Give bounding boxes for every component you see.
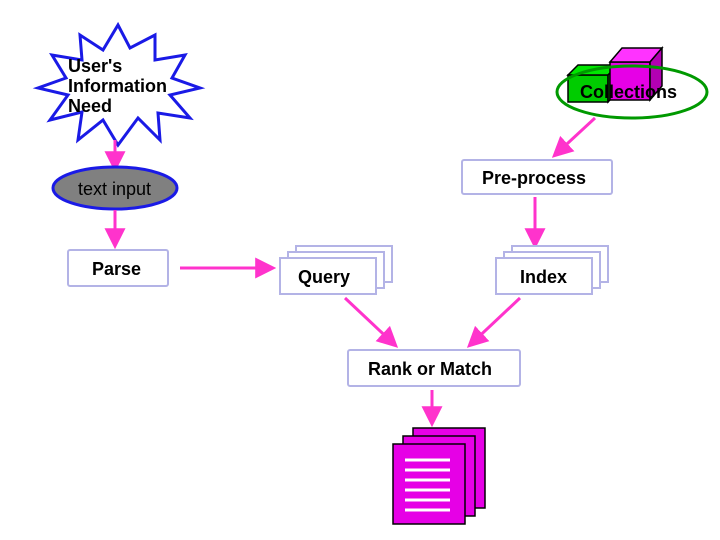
user-need-line2: Information (68, 76, 167, 96)
text-input-label: text input (78, 179, 151, 199)
rank-match-node: Rank or Match (348, 350, 520, 386)
query-label: Query (298, 267, 350, 287)
user-need-node: User's Information Need (38, 25, 200, 145)
arrow-index-rank (470, 298, 520, 345)
arrow-collections-preprocess (555, 118, 595, 155)
parse-node: Parse (68, 250, 168, 286)
parse-label: Parse (92, 259, 141, 279)
preprocess-node: Pre-process (462, 160, 612, 194)
index-label: Index (520, 267, 567, 287)
text-input-node: text input (53, 167, 177, 209)
user-need-line3: Need (68, 96, 112, 116)
rank-match-label: Rank or Match (368, 359, 492, 379)
query-node: Query (280, 246, 392, 294)
results-node (393, 428, 485, 524)
arrow-query-rank (345, 298, 395, 345)
user-need-line1: User's (68, 56, 122, 76)
preprocess-label: Pre-process (482, 168, 586, 188)
index-node: Index (496, 246, 608, 294)
collections-label: Collections (580, 82, 677, 102)
